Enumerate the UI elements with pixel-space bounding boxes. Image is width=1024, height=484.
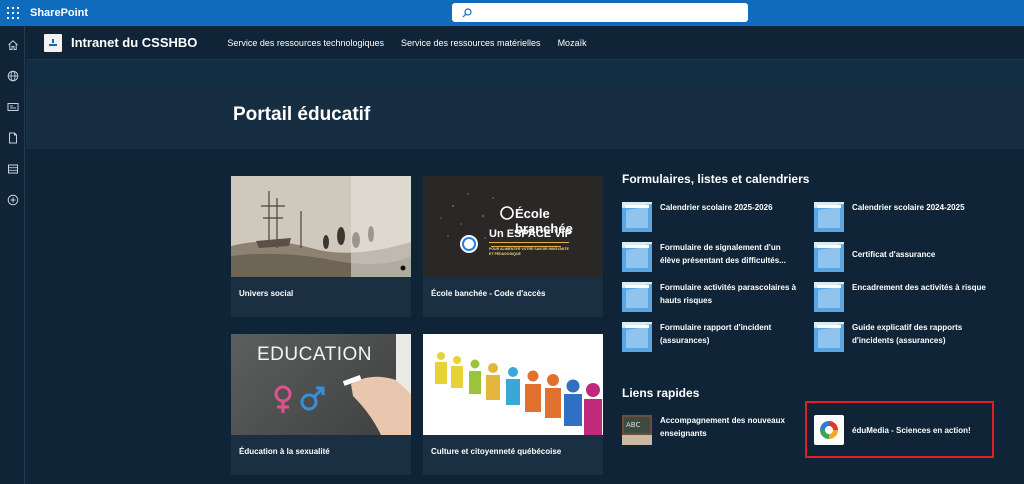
tile-education-sexualite[interactable]: EDUCATION Éducation à la sexualité: [231, 334, 411, 475]
page-title: Portail éducatif: [233, 104, 371, 125]
list-item-label: Guide explicatif des rapports d'incident…: [852, 323, 963, 345]
news-button[interactable]: [0, 91, 25, 122]
list-item[interactable]: Formulaire de signalement d'un élève pré…: [622, 242, 798, 272]
tile-label: Univers social: [239, 289, 294, 298]
historical-painting-icon: [231, 176, 411, 277]
quicklink-label: Accompagnement des nouveaux enseignants: [660, 416, 785, 438]
quicklinks-section-title: Liens rapides: [622, 386, 700, 400]
tile-culture-citoyennete[interactable]: Culture et citoyenneté québécoise: [423, 334, 603, 475]
waffle-icon: [7, 7, 19, 19]
list-item-label: Formulaire rapport d'incident (assurance…: [660, 323, 772, 345]
list-item-label: Calendrier scolaire 2024-2025: [852, 203, 965, 212]
paper-people-icon: [435, 352, 602, 435]
list-item[interactable]: Calendrier scolaire 2025-2026: [622, 202, 798, 232]
home-button[interactable]: [0, 29, 25, 60]
list-icon: [7, 164, 18, 173]
create-button[interactable]: [0, 184, 25, 215]
nav-link-mozaik[interactable]: Mozaïk: [558, 38, 587, 48]
forms-section-title: Formulaires, listes et calendriers: [622, 172, 810, 186]
sites-button[interactable]: [0, 60, 25, 91]
site-title[interactable]: Intranet du CSSHBO: [71, 35, 197, 50]
logo-icon: [49, 38, 57, 46]
quicklink-accompagnement[interactable]: ABC Accompagnement des nouveaux enseigna…: [622, 415, 798, 445]
app-launcher-button[interactable]: [0, 0, 26, 26]
search-input[interactable]: [476, 6, 726, 19]
list-item-label: Certificat d'assurance: [852, 250, 936, 259]
list-item-label: Encadrement des activités à risque: [852, 283, 986, 292]
tile-univers-social[interactable]: Univers social: [231, 176, 411, 317]
header-band: [26, 60, 1024, 87]
files-button[interactable]: [0, 122, 25, 153]
top-navigation: Service des ressources technologiques Se…: [227, 38, 603, 48]
list-item[interactable]: Certificat d'assurance: [814, 242, 990, 272]
news-icon: [7, 102, 18, 111]
home-icon: [7, 39, 18, 50]
document-icon: [8, 132, 17, 143]
tile-thumbnail: École branchée Un ESPACE VIP POUR ALIMEN…: [423, 176, 603, 277]
form-thumb-icon: [622, 242, 652, 272]
app-bar: [0, 26, 25, 484]
list-item-label: Calendrier scolaire 2025-2026: [660, 203, 773, 212]
form-thumb-icon: [814, 322, 844, 352]
list-item[interactable]: Encadrement des activités à risque: [814, 282, 990, 312]
tile-label: École banchée - Code d'accès: [431, 289, 546, 298]
form-thumb-icon: [622, 322, 652, 352]
form-thumb-icon: [814, 242, 844, 272]
globe-icon: [7, 70, 18, 81]
tile-thumbnail: [231, 176, 411, 277]
tile-thumbnail: [423, 334, 603, 435]
ecole-vip: Un ESPACE VIP: [489, 228, 572, 240]
chalkboard-thumb-icon: ABC: [622, 415, 652, 445]
form-thumb-icon: [814, 282, 844, 312]
search-box[interactable]: [452, 3, 748, 22]
calendar-thumb-icon: [622, 202, 652, 232]
list-item[interactable]: Formulaire activités parascolaires à hau…: [622, 282, 798, 312]
nav-link-ressources-technologiques[interactable]: Service des ressources technologiques: [227, 38, 384, 48]
list-item-label: Formulaire activités parascolaires à hau…: [660, 283, 797, 305]
add-circle-icon: [7, 194, 18, 205]
page-title-band: Portail éducatif: [26, 87, 1024, 149]
search-icon: [462, 7, 472, 17]
list-item[interactable]: Calendrier scolaire 2024-2025: [814, 202, 990, 232]
tile-ecole-branchee[interactable]: École branchée Un ESPACE VIP POUR ALIMEN…: [423, 176, 603, 317]
nav-link-ressources-materielles[interactable]: Service des ressources matérielles: [401, 38, 541, 48]
list-item[interactable]: Formulaire rapport d'incident (assurance…: [622, 322, 798, 352]
list-item-label: Formulaire de signalement d'un élève pré…: [660, 243, 786, 265]
gender-symbols-icon: [274, 375, 411, 435]
list-item[interactable]: Guide explicatif des rapports d'incident…: [814, 322, 990, 352]
ecole-small: POUR ALIMENTER VOTRE SAVOIR INNOVANTE ET…: [489, 247, 569, 256]
form-thumb-icon: [622, 282, 652, 312]
lists-button[interactable]: [0, 153, 25, 184]
tile-thumbnail: EDUCATION: [231, 334, 411, 435]
app-name[interactable]: SharePoint: [30, 7, 88, 19]
site-header: Intranet du CSSHBO Service des ressource…: [26, 26, 1024, 60]
site-logo[interactable]: [44, 33, 62, 52]
calendar-thumb-icon: [814, 202, 844, 232]
svg-text:ABC: ABC: [626, 421, 640, 429]
tile-label: Éducation à la sexualité: [239, 447, 330, 456]
highlight-box: [805, 401, 994, 458]
suite-bar: SharePoint: [0, 0, 1024, 26]
tile-label: Culture et citoyenneté québécoise: [431, 447, 562, 456]
